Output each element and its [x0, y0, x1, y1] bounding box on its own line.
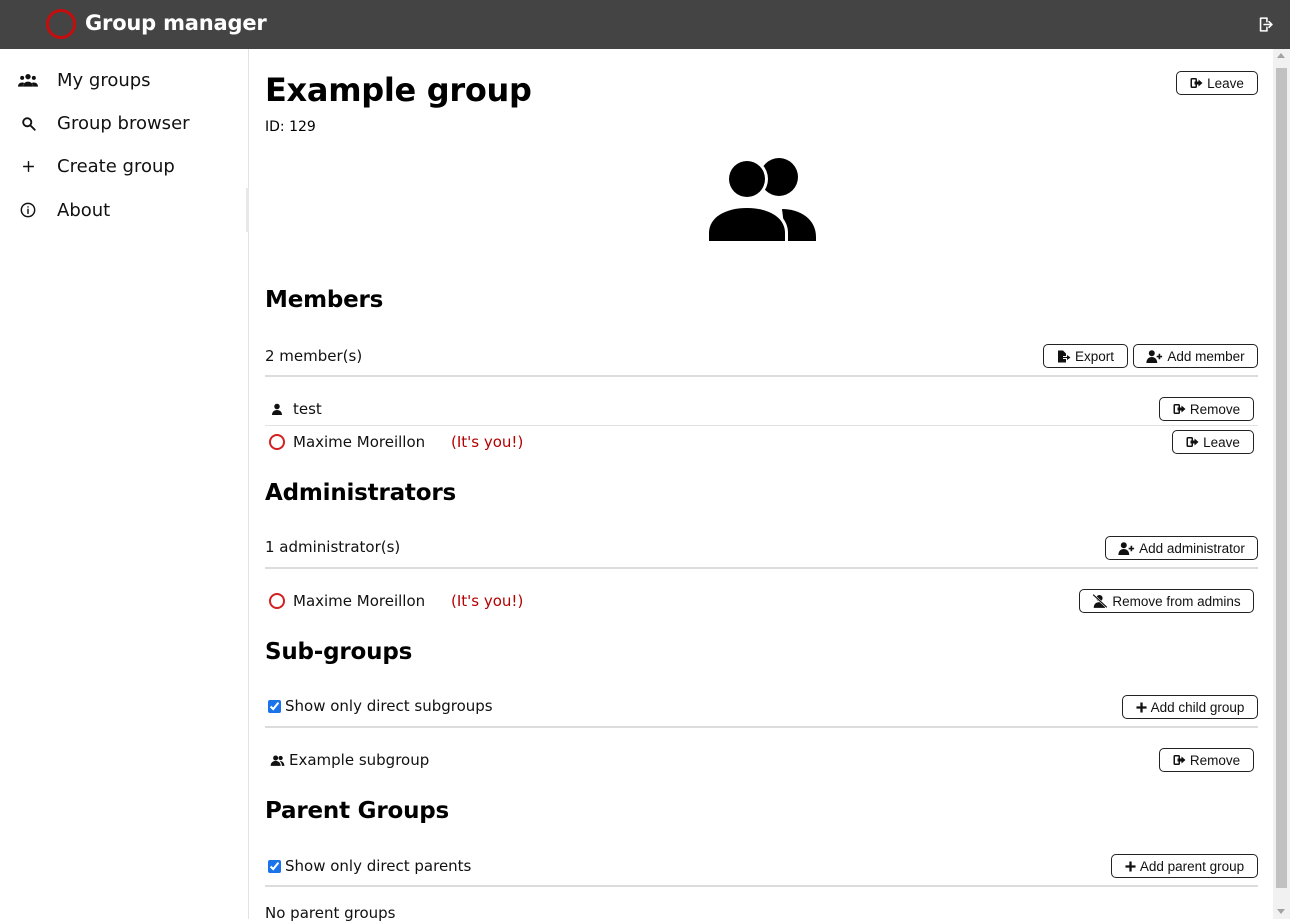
leave-icon	[1173, 755, 1186, 765]
logout-button[interactable]	[1254, 13, 1276, 35]
add-parent-group-label: Add parent group	[1139, 858, 1245, 874]
administrators-heading: Administrators	[265, 480, 456, 506]
direct-subgroups-label: Show only direct subgroups	[285, 697, 493, 715]
sidebar-item-label: About	[57, 199, 111, 221]
user-avatar-icon	[269, 593, 285, 609]
remove-from-admins-label: Remove from admins	[1112, 593, 1241, 609]
row-divider	[265, 425, 1258, 426]
subgroup-name: Example subgroup	[289, 751, 430, 769]
leave-group-button[interactable]: Leave	[1176, 71, 1258, 95]
members-count: 2 member(s)	[265, 347, 363, 365]
direct-subgroups-toggle[interactable]: Show only direct subgroups	[268, 697, 493, 715]
remove-from-admins-button[interactable]: Remove from admins	[1079, 589, 1254, 613]
user-plus-icon	[1118, 541, 1135, 555]
administrator-name: Maxime Moreillon	[293, 592, 426, 610]
sidebar-item-label: Create group	[57, 155, 175, 177]
sidebar-item-group-browser[interactable]: Group browser	[0, 103, 246, 143]
scroll-down-arrow-icon[interactable]	[1277, 909, 1285, 914]
page-title: Example group	[265, 71, 532, 109]
leave-label: Leave	[1203, 434, 1240, 450]
its-you-tag: (It's you!)	[451, 592, 524, 610]
search-icon	[18, 113, 38, 133]
export-label: Export	[1074, 348, 1115, 364]
file-export-icon	[1057, 350, 1071, 362]
remove-subgroup-button[interactable]: Remove	[1159, 748, 1254, 772]
add-child-group-label: Add child group	[1150, 699, 1245, 715]
parents-heading: Parent Groups	[265, 798, 450, 824]
remove-label: Remove	[1189, 401, 1241, 417]
add-administrator-button[interactable]: Add administrator	[1105, 536, 1258, 560]
add-child-group-button[interactable]: Add child group	[1122, 695, 1258, 719]
subgroups-divider	[265, 726, 1258, 728]
sidebar-item-create-group[interactable]: Create group	[0, 146, 246, 186]
user-slash-icon	[1092, 594, 1108, 608]
add-administrator-label: Add administrator	[1139, 540, 1245, 556]
member-name: test	[293, 400, 322, 418]
sidebar-item-label: My groups	[57, 69, 151, 91]
member-name: Maxime Moreillon	[293, 433, 426, 451]
add-member-label: Add member	[1167, 348, 1245, 364]
administrators-divider	[265, 567, 1258, 569]
leave-icon	[1186, 437, 1199, 447]
info-icon	[18, 200, 38, 220]
plus-icon	[1125, 860, 1136, 872]
remove-label: Remove	[1189, 752, 1241, 768]
user-icon	[269, 401, 285, 417]
scroll-up-arrow-icon[interactable]	[1277, 53, 1285, 58]
administrators-count: 1 administrator(s)	[265, 538, 401, 556]
members-heading: Members	[265, 287, 384, 313]
leave-icon	[1190, 78, 1203, 88]
direct-subgroups-checkbox[interactable]	[268, 699, 281, 713]
parents-divider	[265, 885, 1258, 887]
app-logo	[46, 9, 76, 39]
scrollbar-thumb[interactable]	[1276, 68, 1287, 888]
logout-icon	[1259, 16, 1273, 32]
direct-parents-checkbox[interactable]	[268, 859, 281, 873]
leave-member-button[interactable]: Leave	[1172, 430, 1254, 454]
group-avatar-icon	[706, 158, 816, 241]
sidebar-item-about[interactable]: About	[0, 190, 246, 230]
direct-parents-toggle[interactable]: Show only direct parents	[268, 857, 471, 875]
no-parents-text: No parent groups	[265, 904, 396, 922]
app-header: Group manager	[0, 0, 1290, 49]
sidebar-divider	[246, 188, 249, 232]
sidebar: My groups Group browser Create group Abo…	[0, 49, 249, 919]
page-scrollbar[interactable]	[1273, 49, 1290, 919]
add-parent-group-button[interactable]: Add parent group	[1111, 854, 1258, 878]
leave-icon	[1173, 404, 1186, 414]
main-content: Example group ID: 129 Leave Members 2 me…	[265, 49, 1258, 922]
sidebar-item-label: Group browser	[57, 112, 190, 134]
sidebar-item-my-groups[interactable]: My groups	[0, 60, 246, 100]
user-plus-icon	[1146, 349, 1163, 363]
plus-icon	[18, 156, 38, 176]
export-members-button[interactable]: Export	[1043, 344, 1128, 368]
its-you-tag: (It's you!)	[451, 433, 524, 451]
app-title: Group manager	[85, 11, 267, 35]
direct-parents-label: Show only direct parents	[285, 857, 472, 875]
group-id: ID: 129	[265, 119, 316, 135]
members-divider	[265, 375, 1258, 377]
user-avatar-icon	[269, 434, 285, 450]
add-member-button[interactable]: Add member	[1133, 344, 1258, 368]
groups-icon	[18, 70, 38, 90]
subgroups-heading: Sub-groups	[265, 639, 413, 665]
plus-icon	[1136, 701, 1147, 713]
group-icon	[269, 752, 285, 768]
remove-member-button[interactable]: Remove	[1159, 397, 1254, 421]
leave-label: Leave	[1207, 75, 1244, 91]
